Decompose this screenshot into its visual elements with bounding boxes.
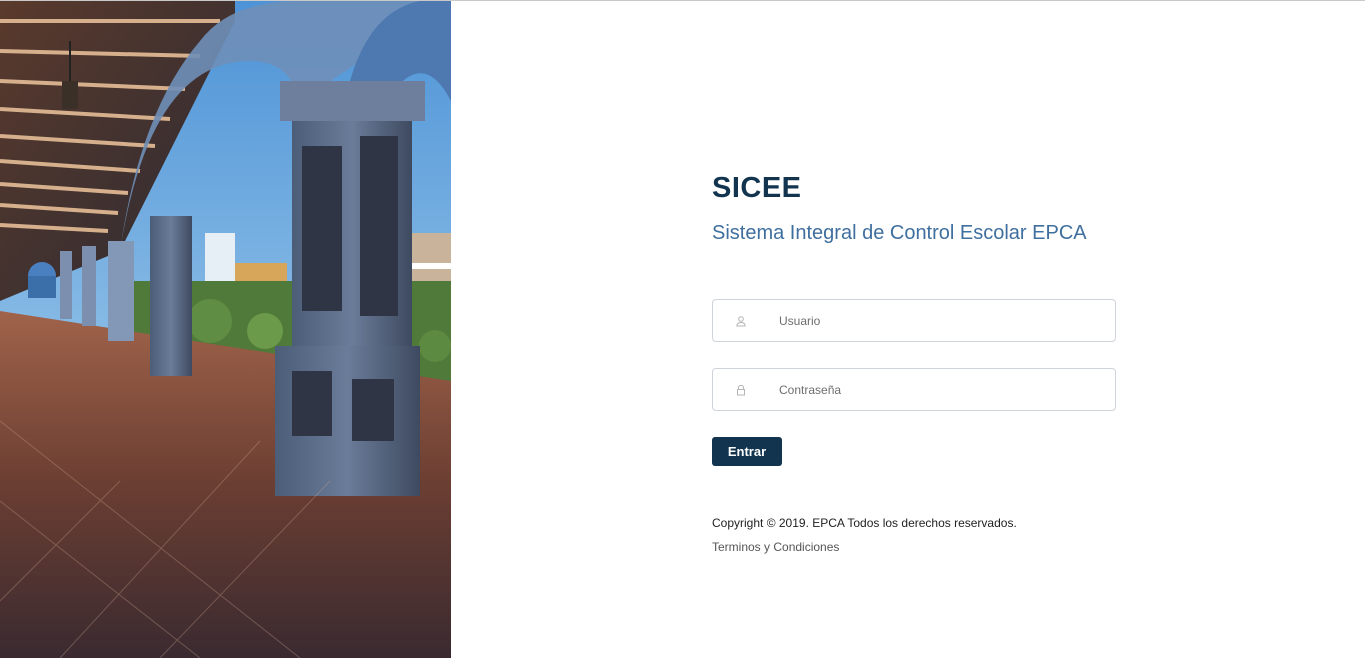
user-icon: [735, 314, 747, 327]
username-input[interactable]: [779, 300, 1099, 341]
app-subtitle: Sistema Integral de Control Escolar EPCA: [712, 222, 1087, 244]
copyright-text: Copyright © 2019. EPCA Todos los derecho…: [712, 516, 1017, 530]
terms-link[interactable]: Terminos y Condiciones: [712, 540, 839, 554]
app-title: SICEE: [712, 172, 802, 204]
password-input[interactable]: [779, 369, 1099, 410]
password-field[interactable]: [712, 368, 1116, 411]
submit-button[interactable]: Entrar: [712, 437, 782, 466]
campus-arcade-photo: [0, 1, 451, 658]
username-field[interactable]: [712, 299, 1116, 342]
lock-icon: [735, 383, 747, 396]
